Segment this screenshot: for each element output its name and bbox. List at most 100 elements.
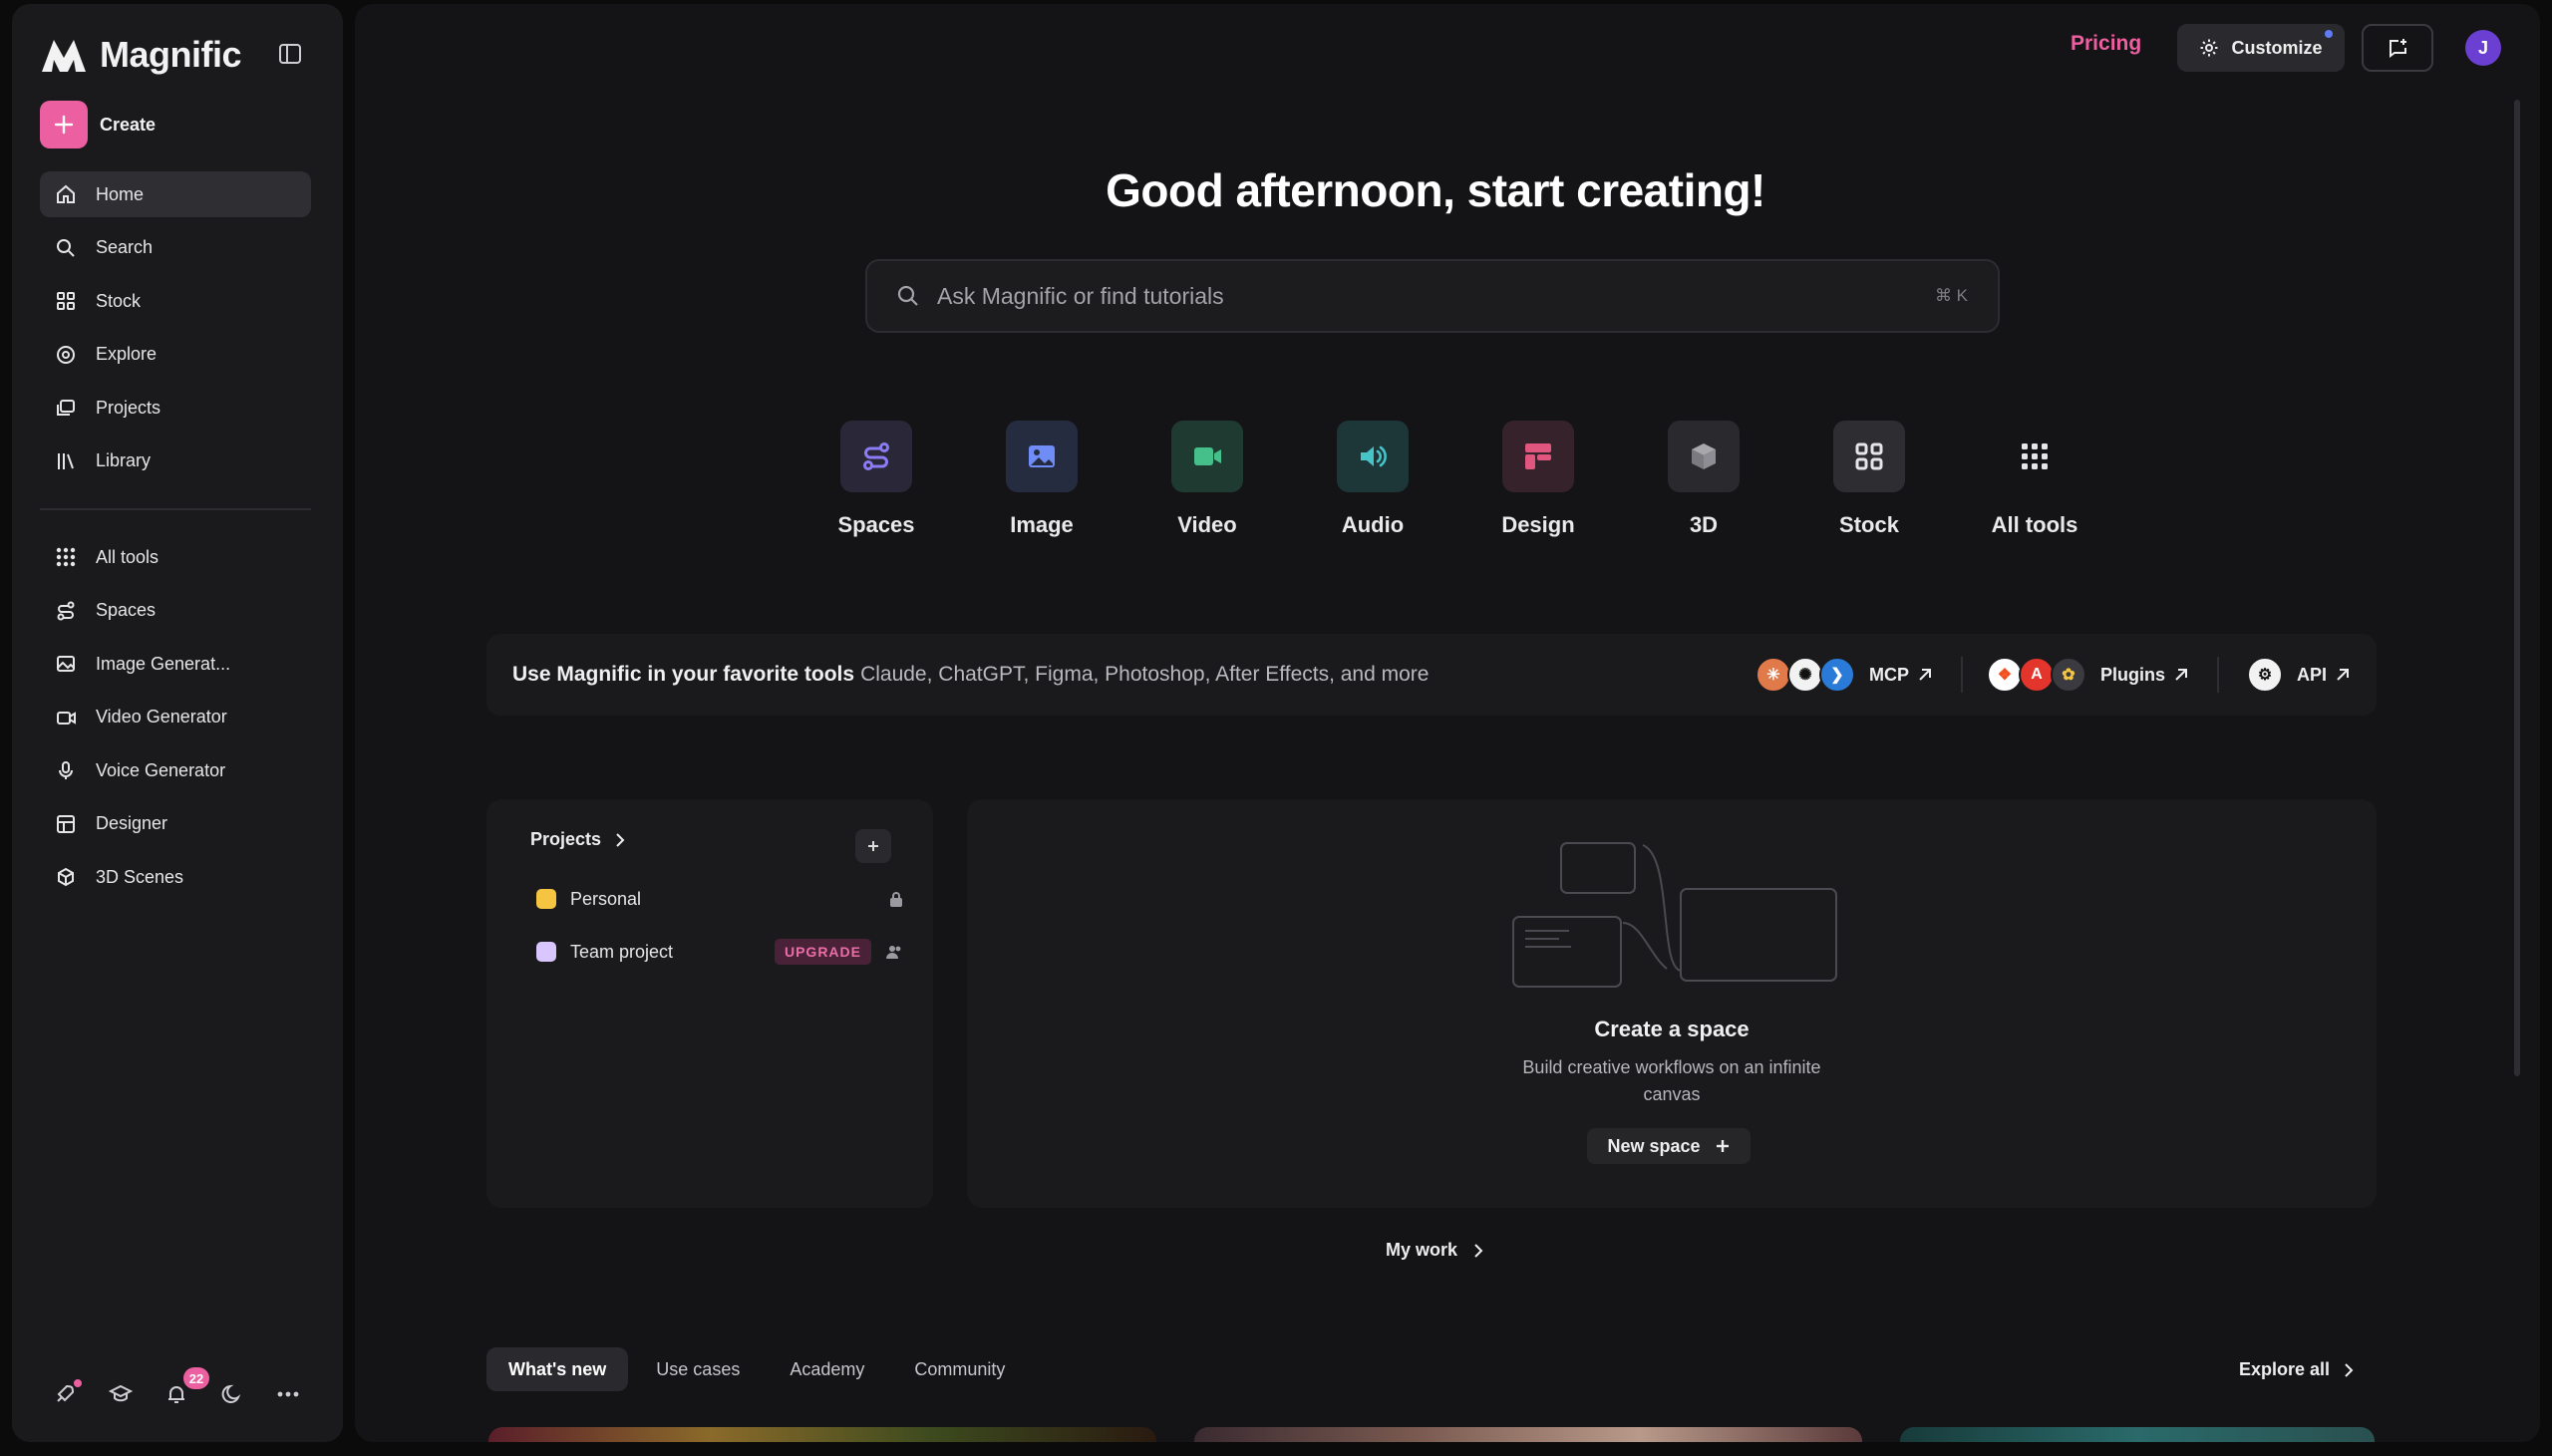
tool-image[interactable]: Image <box>959 421 1124 538</box>
projects-card: Projects Personal Team project UPGRADE <box>486 799 933 1208</box>
plugin-logos: ❖ A ✿ <box>1986 657 2086 693</box>
moon-icon <box>221 1384 241 1403</box>
theme-toggle-button[interactable] <box>219 1381 245 1407</box>
whats-new-button[interactable] <box>52 1379 82 1407</box>
tab-whats-new[interactable]: What's new <box>486 1347 629 1391</box>
project-name: Personal <box>570 888 642 909</box>
projects-header-link[interactable]: Projects <box>530 829 627 850</box>
tool-label: 3D <box>1689 512 1719 537</box>
tab-community[interactable]: Community <box>892 1347 1027 1391</box>
scrollbar[interactable] <box>2514 100 2520 1076</box>
sidebar-item-library[interactable]: Library <box>40 438 311 484</box>
explore-all-label: Explore all <box>2239 1359 2331 1379</box>
space-title: Create a space <box>1594 1017 1750 1041</box>
sidebar-item-home[interactable]: Home <box>40 171 311 217</box>
more-button[interactable] <box>275 1381 301 1407</box>
tool-label: Design <box>1501 512 1575 537</box>
plugins-link[interactable]: Plugins <box>2100 665 2189 686</box>
tab-academy[interactable]: Academy <box>768 1347 886 1391</box>
adobe-logo-icon: A <box>2018 657 2055 693</box>
project-item-team[interactable]: Team project UPGRADE <box>536 932 903 972</box>
create-space-card: Create a space Build creative workflows … <box>967 799 2377 1208</box>
tool-video[interactable]: Video <box>1124 421 1290 538</box>
my-work-label: My work <box>1385 1240 1458 1260</box>
sidebar-item-label: Stock <box>96 290 142 311</box>
feedback-button[interactable] <box>2362 24 2433 72</box>
davinci-logo-icon: ✿ <box>2050 657 2086 693</box>
sidebar-item-search[interactable]: Search <box>40 225 311 271</box>
tool-spaces[interactable]: Spaces <box>794 421 959 538</box>
new-space-button[interactable]: New space <box>1587 1128 1751 1164</box>
sidebar-item-label: Explore <box>96 344 158 364</box>
plus-icon <box>40 101 88 148</box>
sidebar-footer: 22 <box>52 1367 301 1407</box>
api-link[interactable]: API <box>2297 665 2351 686</box>
add-project-button[interactable] <box>855 829 891 863</box>
gear-icon <box>2200 39 2218 57</box>
collapse-sidebar-button[interactable] <box>275 40 305 68</box>
pricing-link[interactable]: Pricing <box>2071 32 2141 56</box>
project-color-swatch <box>536 889 556 909</box>
grid-icon <box>54 545 78 569</box>
sidebar-item-label: Video Generator <box>96 707 227 727</box>
arrow-up-right-icon <box>1919 669 1931 681</box>
sidebar-item-label: Designer <box>96 813 168 833</box>
chevron-right-icon <box>1474 1243 1483 1258</box>
notifications-button[interactable]: 22 <box>163 1367 209 1407</box>
divider <box>1960 657 1963 693</box>
integration-links: ✳ ✺ ❯ MCP ❖ A ✿ Plugins ⚙ API <box>1754 634 2351 716</box>
tool-design[interactable]: Design <box>1455 421 1621 538</box>
sidebar-toggle-icon <box>279 44 301 64</box>
sidebar-item-projects[interactable]: Projects <box>40 385 311 431</box>
sidebar-item-all-tools[interactable]: All tools <box>40 534 311 580</box>
sidebar-item-3d-scenes[interactable]: 3D Scenes <box>40 854 311 900</box>
content-card-thumbnail[interactable] <box>1194 1427 1862 1442</box>
sidebar-item-voice-generator[interactable]: Voice Generator <box>40 747 311 793</box>
3d-icon <box>54 865 78 889</box>
new-space-label: New space <box>1607 1135 1701 1156</box>
mcp-link[interactable]: MCP <box>1869 665 1933 686</box>
search-input[interactable]: Ask Magnific or find tutorials ⌘ K <box>865 259 2000 333</box>
mcp-label: MCP <box>1868 664 1909 685</box>
tools-nav: All tools Spaces Image Generat... Video … <box>40 534 311 908</box>
tool-all-tools[interactable]: All tools <box>1952 421 2117 538</box>
notification-dot <box>74 1379 82 1387</box>
integrations-title: Use Magnific in your favorite tools <box>512 663 855 686</box>
sidebar-item-spaces[interactable]: Spaces <box>40 588 311 634</box>
avatar[interactable]: J <box>2465 30 2501 66</box>
sidebar-item-explore[interactable]: Explore <box>40 332 311 378</box>
arrow-up-right-icon <box>2175 669 2187 681</box>
content-card-thumbnail[interactable] <box>1900 1427 2375 1442</box>
project-item-personal[interactable]: Personal <box>536 879 903 919</box>
explore-icon <box>54 343 78 367</box>
page-title: Good afternoon, start creating! <box>1106 164 1765 216</box>
sidebar-item-label: Library <box>96 450 152 470</box>
tab-use-cases[interactable]: Use cases <box>634 1347 762 1391</box>
academy-button[interactable] <box>108 1381 134 1407</box>
projects-heading: Projects <box>530 829 602 849</box>
main-content: Pricing Customize J Good afternoon, star… <box>355 4 2540 1442</box>
upgrade-badge[interactable]: UPGRADE <box>774 939 871 965</box>
create-button[interactable]: Create <box>40 101 156 148</box>
primary-nav: Home Search Stock Explore Projects Libra… <box>40 171 311 491</box>
my-work-link[interactable]: My work <box>355 1240 2516 1261</box>
notification-dot <box>2325 30 2333 38</box>
video-icon <box>1171 421 1243 492</box>
sidebar-item-designer[interactable]: Designer <box>40 801 311 847</box>
stock-icon <box>54 289 78 313</box>
tool-audio[interactable]: Audio <box>1290 421 1455 538</box>
explore-all-link[interactable]: Explore all <box>2239 1359 2356 1380</box>
sidebar-item-label: Spaces <box>96 600 157 620</box>
sidebar: Magnific Create Home Search Stock Explor… <box>12 4 343 1442</box>
chevron-right-icon <box>2345 1362 2354 1377</box>
sidebar-item-video-generator[interactable]: Video Generator <box>40 695 311 740</box>
sidebar-item-stock[interactable]: Stock <box>40 278 311 324</box>
content-card-thumbnail[interactable] <box>488 1427 1156 1442</box>
tool-stock[interactable]: Stock <box>1786 421 1952 538</box>
sidebar-item-image-generator[interactable]: Image Generat... <box>40 641 311 687</box>
tool-3d[interactable]: 3D <box>1621 421 1786 538</box>
figma-logo-icon: ❖ <box>1986 657 2023 693</box>
customize-button[interactable]: Customize <box>2177 24 2345 72</box>
brand[interactable]: Magnific <box>40 34 242 76</box>
bell-icon <box>168 1386 184 1403</box>
